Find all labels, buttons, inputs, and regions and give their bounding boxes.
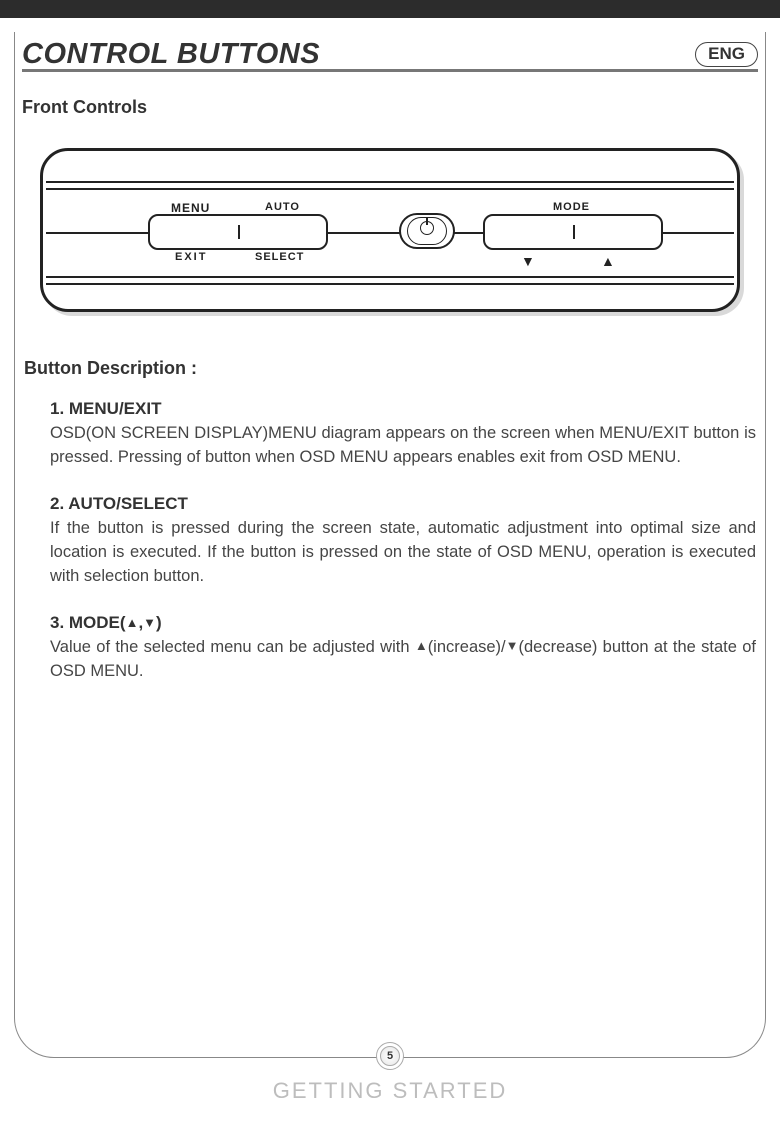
label-exit: EXIT — [175, 251, 207, 263]
page-title: CONTROL BUTTONS — [22, 38, 320, 71]
triangle-down-icon: ▼ — [506, 637, 519, 656]
panel-line — [46, 188, 734, 190]
description-item: 1. MENU/EXIT OSD(ON SCREEN DISPLAY)MENU … — [50, 399, 756, 470]
description-item: 3. MODE(▲,▼) Value of the selected menu … — [50, 613, 756, 684]
footer-section-title: GETTING STARTED — [0, 1078, 780, 1104]
label-menu: MENU — [171, 201, 210, 215]
label-auto: AUTO — [265, 201, 300, 213]
page-number-badge: 5 — [376, 1042, 404, 1070]
item-title-post: ) — [156, 613, 162, 632]
item-body: OSD(ON SCREEN DISPLAY)MENU diagram appea… — [50, 422, 756, 470]
divider-tick — [238, 225, 240, 239]
triangle-down-icon: ▼ — [143, 615, 156, 630]
triangle-up-icon: ▲ — [415, 637, 428, 656]
item-title: 2. AUTO/SELECT — [50, 494, 756, 514]
item-body: If the button is pressed during the scre… — [50, 517, 756, 589]
triangle-up-icon: ▲ — [126, 615, 139, 630]
page-number-outer-ring: 5 — [376, 1042, 404, 1070]
divider-tick — [573, 225, 575, 239]
page-number: 5 — [380, 1046, 400, 1066]
control-panel-diagram: MENU AUTO EXIT SELECT MODE ▼ ▲ — [40, 148, 740, 312]
label-select: SELECT — [255, 251, 304, 263]
panel-line — [46, 181, 734, 183]
triangle-up-icon: ▲ — [601, 253, 615, 269]
language-badge: ENG — [695, 42, 758, 67]
label-mode: MODE — [553, 201, 590, 213]
button-description-section: Button Description : 1. MENU/EXIT OSD(ON… — [22, 358, 758, 683]
body-mid1: (increase)/ — [428, 638, 506, 656]
description-item: 2. AUTO/SELECT If the button is pressed … — [50, 494, 756, 589]
header-row: CONTROL BUTTONS ENG — [22, 36, 758, 71]
panel-line — [46, 283, 734, 285]
top-bar — [0, 0, 780, 18]
page-content: CONTROL BUTTONS ENG Front Controls MENU … — [22, 36, 758, 1050]
body-pre: Value of the selected menu can be adjust… — [50, 638, 415, 656]
button-description-heading: Button Description : — [24, 358, 756, 379]
item-title: 1. MENU/EXIT — [50, 399, 756, 419]
triangle-down-icon: ▼ — [521, 253, 535, 269]
power-icon-stem — [426, 217, 428, 225]
title-underline — [22, 69, 758, 72]
item-title-pre: 3. MODE( — [50, 613, 126, 632]
panel-line — [46, 276, 734, 278]
front-controls-heading: Front Controls — [22, 97, 758, 118]
item-title: 3. MODE(▲,▼) — [50, 613, 756, 633]
item-body: Value of the selected menu can be adjust… — [50, 636, 756, 684]
